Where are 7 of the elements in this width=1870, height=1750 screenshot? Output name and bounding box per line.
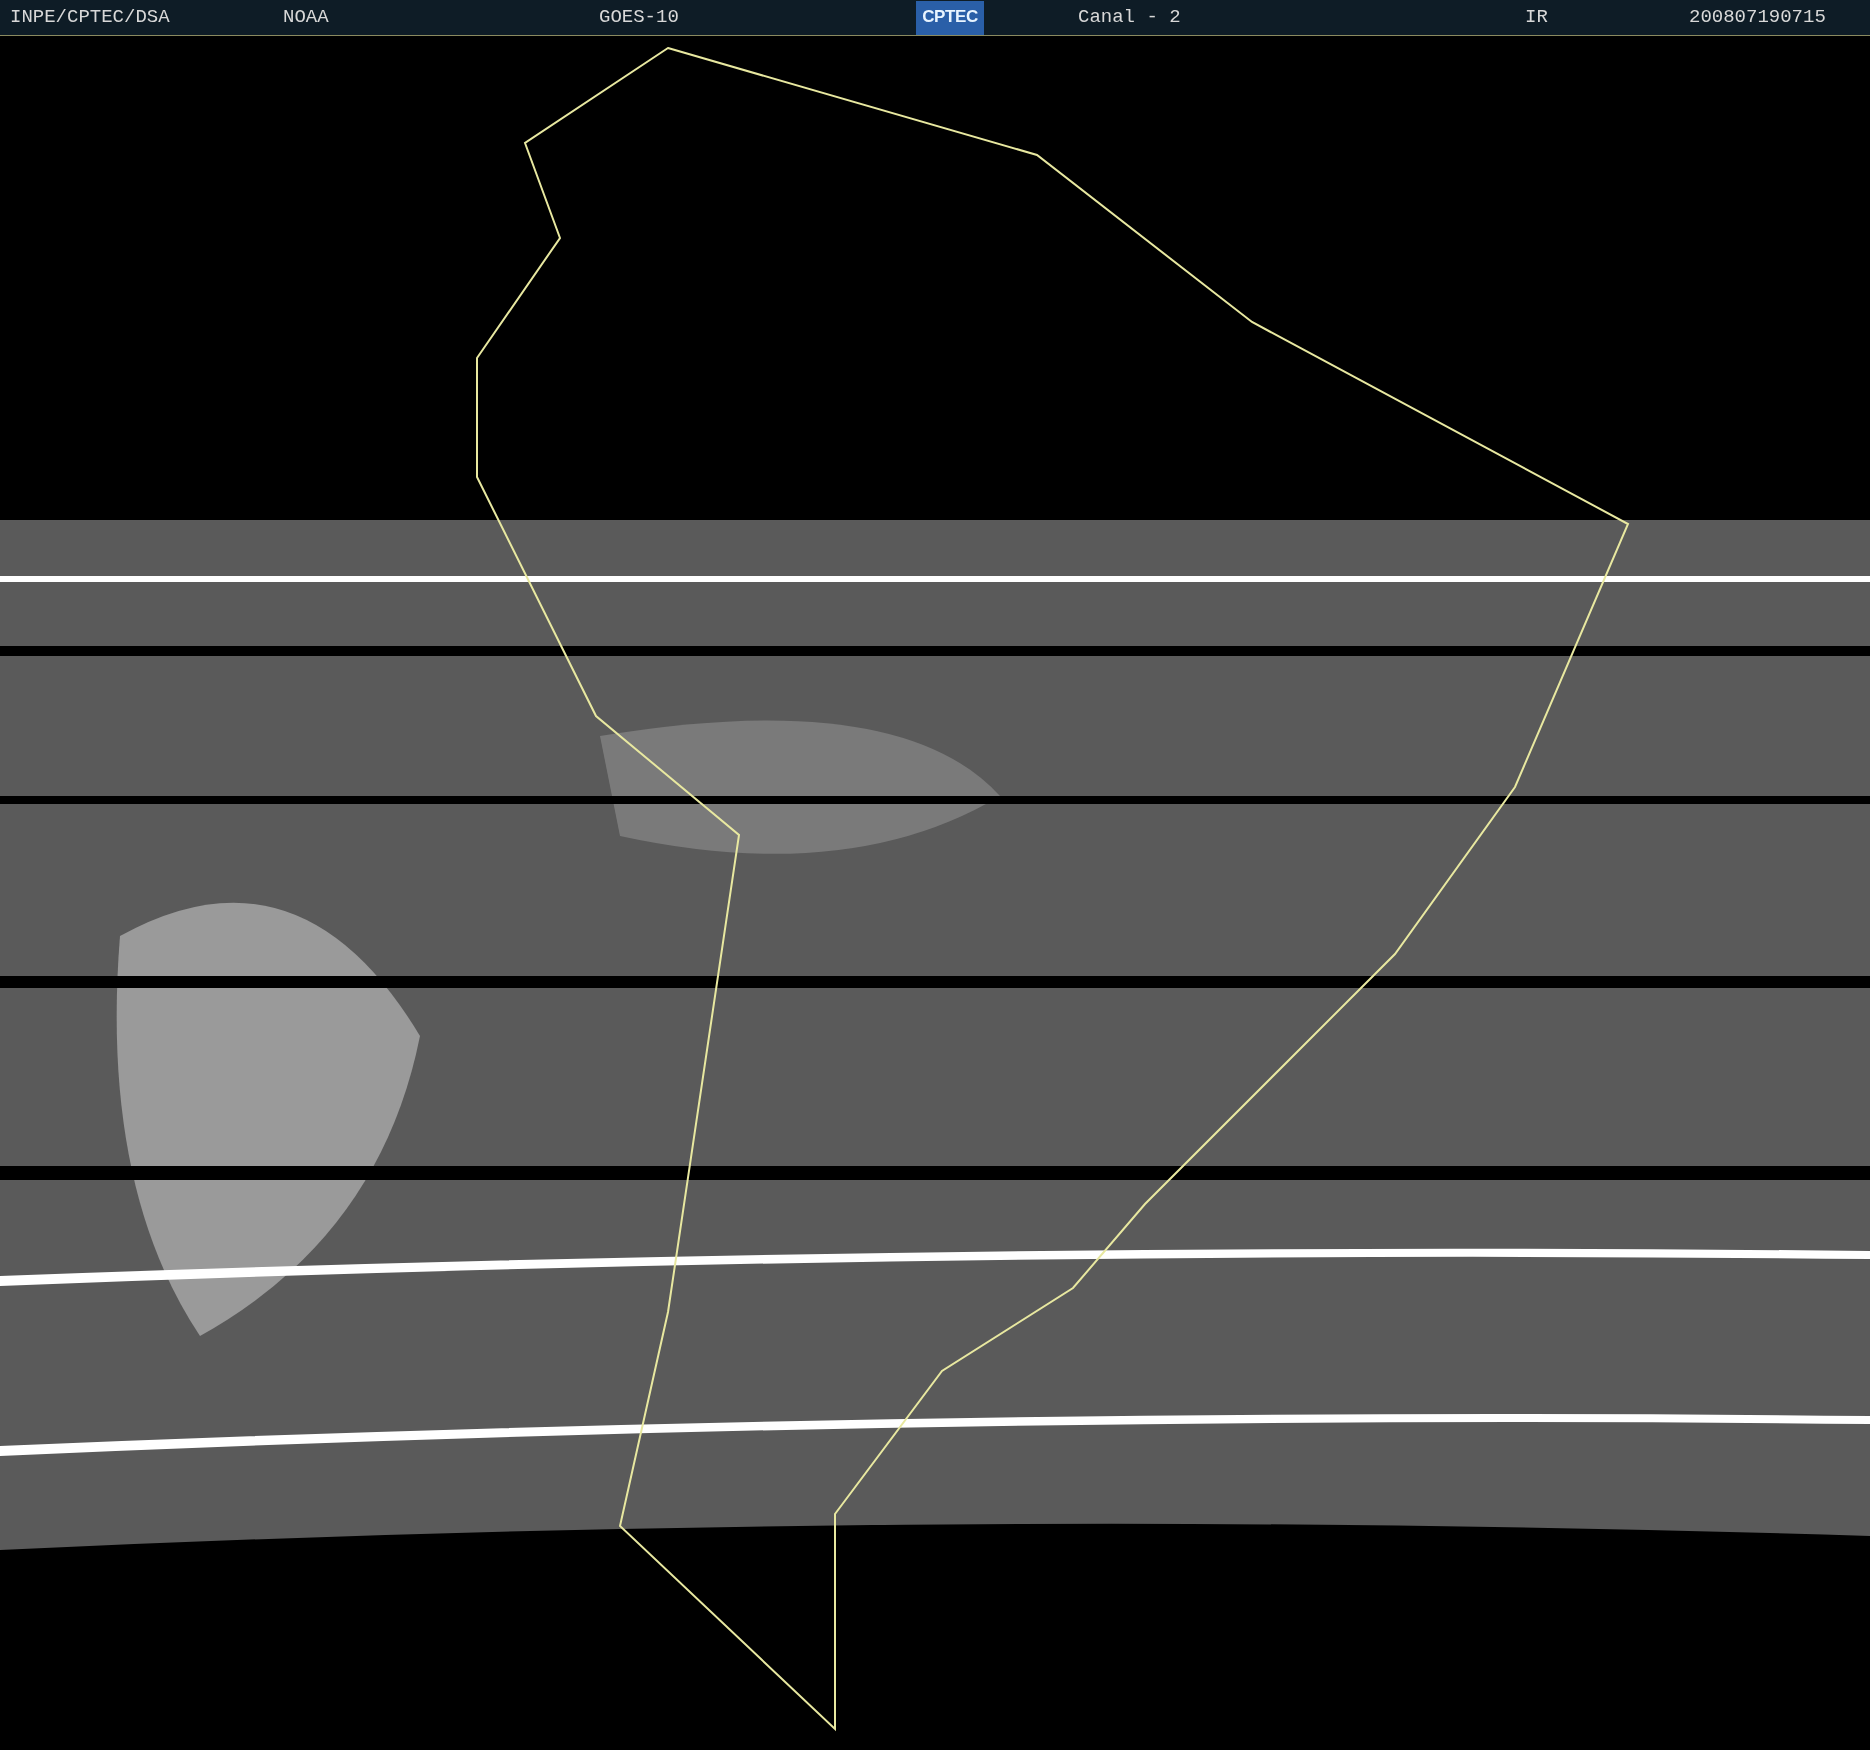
header-label: INPE/CPTEC/DSA <box>10 5 170 31</box>
logo: CPTEC <box>916 0 984 35</box>
header-label: NOAA <box>283 5 329 31</box>
header-label: GOES-10 <box>599 5 679 31</box>
header-label: 200807190715 <box>1689 5 1826 31</box>
header-label: Canal - 2 <box>1078 5 1181 31</box>
header-label: IR <box>1525 5 1548 31</box>
